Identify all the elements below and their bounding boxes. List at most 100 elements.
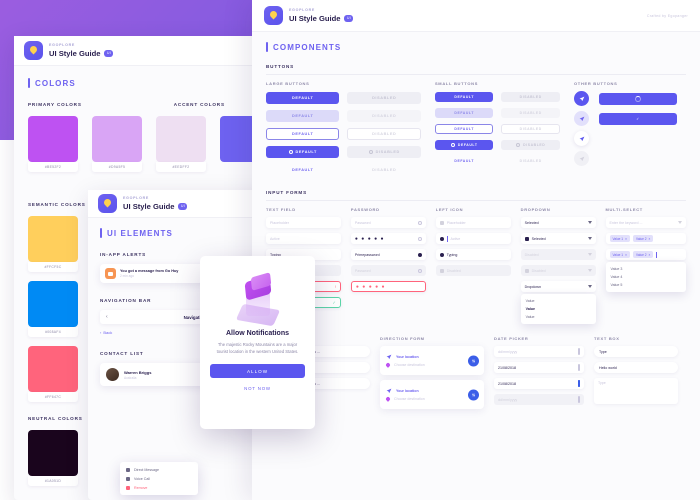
color-swatch[interactable]: #FFCF5C — [28, 216, 78, 272]
menu-label: Voice Call — [134, 476, 150, 481]
swatch-hex: #008AF4 — [28, 327, 78, 337]
password-placeholder[interactable]: Password — [350, 217, 426, 228]
color-swatch[interactable]: #1A051D — [28, 430, 78, 486]
calendar-icon[interactable] — [578, 348, 580, 355]
large-icon-default-button[interactable]: DEFAULT — [266, 146, 340, 158]
destination-row[interactable]: Choose destination — [385, 396, 478, 402]
multiselect-option[interactable]: Value 5 — [606, 281, 687, 289]
small-outline-button[interactable]: DEFAULT — [434, 124, 494, 134]
color-swatch[interactable]: #FF647C — [28, 346, 78, 402]
password-error[interactable]: ● ● ● ● ● — [350, 281, 426, 292]
large-flat-button[interactable]: DEFAULT — [266, 164, 339, 176]
field-text: 21/08/2018 — [498, 365, 516, 370]
button-label: DEFAULT — [457, 143, 478, 147]
swatch-chip — [28, 430, 78, 476]
eye-icon[interactable] — [417, 220, 422, 225]
dropdown-open[interactable]: Dropdown — [520, 281, 596, 292]
multiselect-option[interactable]: Value 3 — [606, 265, 687, 273]
color-swatch[interactable]: #BE52F2 — [28, 116, 78, 172]
send-icon-button-soft[interactable] — [574, 111, 589, 126]
color-swatch[interactable]: #EEDFF2 — [156, 116, 206, 172]
textbox-multiline[interactable]: Type — [594, 378, 678, 404]
swatch-chip — [28, 116, 78, 162]
colors-card-header: EGOPLORE UI Style Guide UI — [14, 36, 264, 66]
destination-row[interactable]: Choose destination — [385, 362, 478, 368]
small-flat-button[interactable]: DEFAULT — [435, 156, 494, 166]
context-menu-item-remove[interactable]: Remove — [120, 483, 198, 492]
dropdown-selected-icon[interactable]: Selected — [520, 233, 596, 244]
not-now-button[interactable]: NOT NOW — [210, 386, 305, 391]
tag-chip[interactable]: Value 1 × — [609, 251, 630, 258]
field-text: Password — [354, 268, 371, 273]
textbox-placeholder[interactable]: Type — [594, 346, 678, 357]
send-icon-button-plain[interactable] — [574, 131, 589, 146]
close-icon[interactable]: × — [625, 237, 627, 241]
small-icon-default-button[interactable]: DEFAULT — [434, 140, 494, 150]
textbox-filled[interactable]: Hello world — [594, 362, 678, 373]
button-label: DEFAULT — [295, 150, 317, 154]
left-icon-typing[interactable]: Typing — [435, 249, 511, 260]
dropdown-disabled-icon: Disabled — [520, 265, 596, 276]
origin-row[interactable]: Your location — [386, 354, 478, 360]
date-input-focused[interactable]: 21/08/2018 — [494, 378, 584, 389]
dropdown-selected[interactable]: Selected — [520, 217, 596, 228]
dropdown-option-selected[interactable]: Value — [521, 305, 596, 313]
large-default-button[interactable]: DEFAULT — [266, 92, 340, 104]
send-icon-button-filled[interactable] — [574, 91, 589, 106]
small-default-button[interactable]: DEFAULT — [434, 92, 494, 102]
date-input-filled[interactable]: 21/08/2018 — [494, 362, 584, 373]
panel-components: EGOPLORE UI Style Guide UI Crafted by Eg… — [252, 0, 700, 500]
color-swatch[interactable]: #D9A5F5 — [92, 116, 142, 172]
multiselect-typing[interactable]: Value 1 × Value 2 × — [605, 249, 686, 260]
date-picker-column: DATE PICKER dd/mm/yyyy 21/08/2018 21/08/… — [494, 336, 584, 409]
direction-card[interactable]: Your location Choose destination ⇅ — [380, 346, 484, 375]
dropdown-option[interactable]: Value — [521, 297, 596, 305]
tag-chip[interactable]: Value 2 × — [632, 251, 654, 258]
eye-icon[interactable] — [417, 252, 422, 257]
button-label: DISABLED — [523, 143, 546, 147]
colors-section-title: COLORS — [28, 78, 250, 88]
calendar-icon[interactable] — [578, 364, 580, 371]
multiselect-option[interactable]: Value 4 — [606, 273, 687, 281]
direction-card[interactable]: Your location Choose destination ⇅ — [380, 380, 484, 409]
loading-button[interactable] — [599, 92, 677, 105]
large-buttons-label: LARGE BUTTONS — [266, 81, 310, 86]
text-field-placeholder[interactable]: Placeholder — [266, 217, 341, 228]
multiselect-tags[interactable]: Value 1 × Value 2 × — [605, 233, 686, 244]
chevron-left-icon[interactable]: ‹ — [106, 314, 108, 320]
context-menu-item-direct-message[interactable]: Direct Message — [120, 465, 198, 474]
left-icon-placeholder[interactable]: Placeholder — [435, 217, 511, 228]
tag-label: Value 1 — [612, 236, 624, 241]
confirm-button[interactable]: ✓ — [599, 112, 677, 125]
close-icon[interactable]: × — [625, 253, 627, 257]
allow-button[interactable]: ALLOW — [210, 364, 305, 379]
password-filled[interactable]: ● ● ● ● ● — [350, 233, 426, 244]
password-revealed[interactable]: Primepassword — [350, 249, 426, 260]
origin-row[interactable]: Your location — [386, 388, 478, 394]
alert-subtitle: 2 min ago — [120, 274, 134, 279]
eye-icon[interactable] — [417, 236, 422, 241]
swap-button[interactable]: ⇅ — [468, 389, 479, 400]
send-icon-button-disabled — [574, 151, 589, 166]
context-menu-item-voice-call[interactable]: Voice Call — [120, 474, 198, 483]
chevron-left-icon: ‹ — [100, 330, 102, 335]
tag-chip[interactable]: Value 1 × — [609, 235, 630, 242]
left-icon-active[interactable]: Active — [435, 233, 511, 244]
swap-button[interactable]: ⇅ — [468, 355, 479, 366]
close-icon[interactable]: × — [649, 253, 651, 257]
close-icon[interactable]: × — [649, 237, 651, 241]
large-outline-button[interactable]: DEFAULT — [266, 128, 340, 140]
small-ghost-button[interactable]: DEFAULT — [434, 108, 494, 118]
color-swatch[interactable]: #008AF4 — [28, 281, 78, 337]
calendar-icon[interactable] — [578, 380, 580, 387]
text-field-active[interactable]: Active — [266, 233, 341, 244]
eye-icon — [417, 268, 422, 273]
contact-name: Warren Briggs — [124, 369, 152, 375]
multiselect-empty[interactable]: Enter the keyword ... — [605, 217, 686, 228]
large-ghost-button[interactable]: DEFAULT — [266, 110, 340, 122]
field-text: Enter the keyword ... — [609, 220, 643, 225]
date-input-empty[interactable]: dd/mm/yyyy — [494, 346, 584, 357]
direction-form-label: DIRECTION FORM — [380, 336, 425, 341]
dropdown-option[interactable]: Value — [521, 313, 596, 321]
tag-chip[interactable]: Value 2 × — [632, 235, 654, 242]
